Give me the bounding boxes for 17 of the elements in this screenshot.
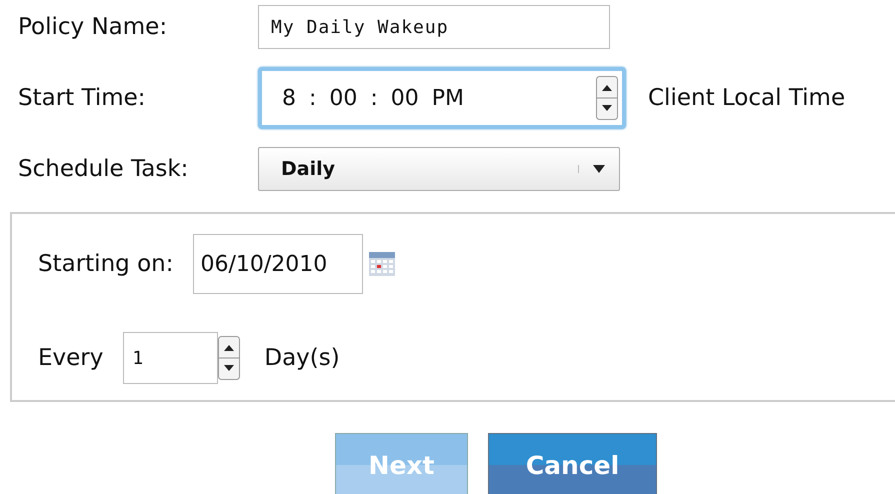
caret-icon: [578, 165, 605, 173]
field-label: Schedule Task:: [18, 156, 190, 182]
unit-label: Day(s): [264, 345, 340, 371]
schedule-dropdown[interactable]: Daily: [258, 147, 620, 191]
time-field[interactable]: 8 : 00 : 00 PM: [258, 67, 626, 129]
action-button[interactable]: Cancel: [488, 433, 657, 494]
policy-name-field[interactable]: My Daily Wakeup: [258, 5, 610, 49]
field-label: Start Time:: [18, 85, 147, 111]
spinner-icon[interactable]: [218, 336, 240, 380]
interval-field[interactable]: 1: [123, 332, 218, 384]
time-zone-label: Client Local Time: [648, 85, 846, 111]
field-label: Policy Name:: [18, 14, 168, 40]
field-label: Starting on:: [38, 251, 174, 277]
date-field[interactable]: 06/10/2010: [193, 234, 364, 294]
spinner-icon[interactable]: [596, 76, 618, 120]
calendar-icon[interactable]: [369, 252, 396, 276]
field-label: Every: [38, 345, 104, 371]
